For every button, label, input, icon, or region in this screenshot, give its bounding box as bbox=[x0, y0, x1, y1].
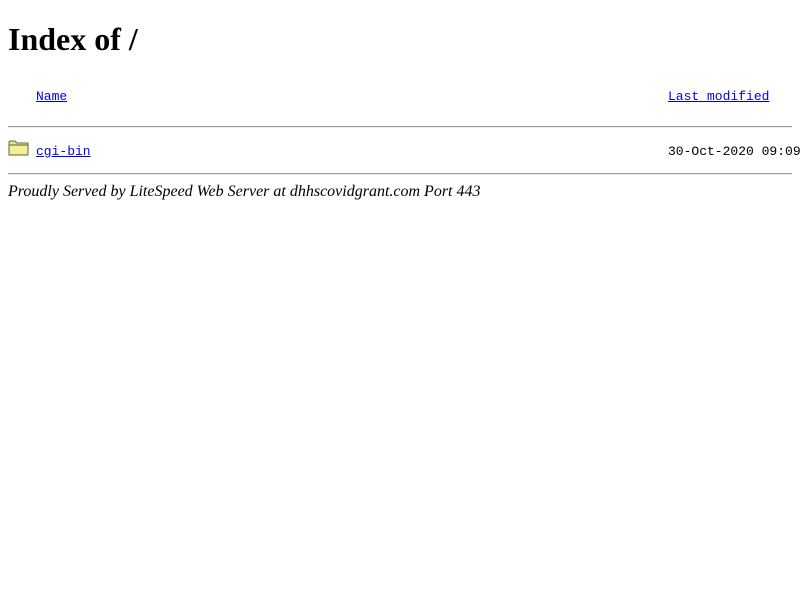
last-modified-value: 30-Oct-2020 09:09 bbox=[668, 144, 800, 159]
directory-listing-page: Index of / Name Last modified cgi-bin 30… bbox=[0, 0, 800, 600]
footer-divider bbox=[8, 173, 792, 175]
server-signature: Proudly Served by LiteSpeed Web Server a… bbox=[8, 183, 481, 200]
folder-icon bbox=[8, 139, 29, 156]
column-header-name-link[interactable]: Name bbox=[36, 89, 67, 105]
page-title: Index of / bbox=[8, 21, 138, 57]
column-header-last-modified-link[interactable]: Last modified bbox=[668, 89, 769, 105]
file-link-cgi-bin[interactable]: cgi-bin bbox=[36, 144, 91, 160]
header-divider bbox=[8, 126, 792, 128]
